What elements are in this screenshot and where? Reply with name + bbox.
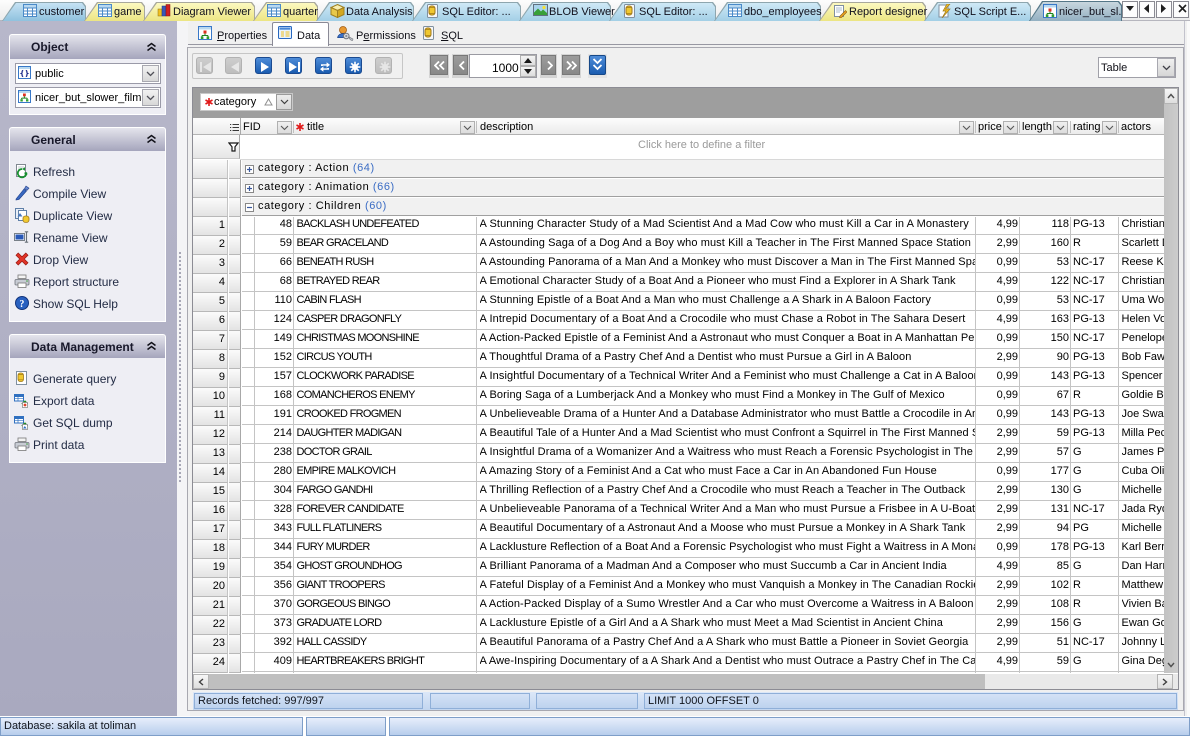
svg-text:?: ? (19, 299, 24, 310)
